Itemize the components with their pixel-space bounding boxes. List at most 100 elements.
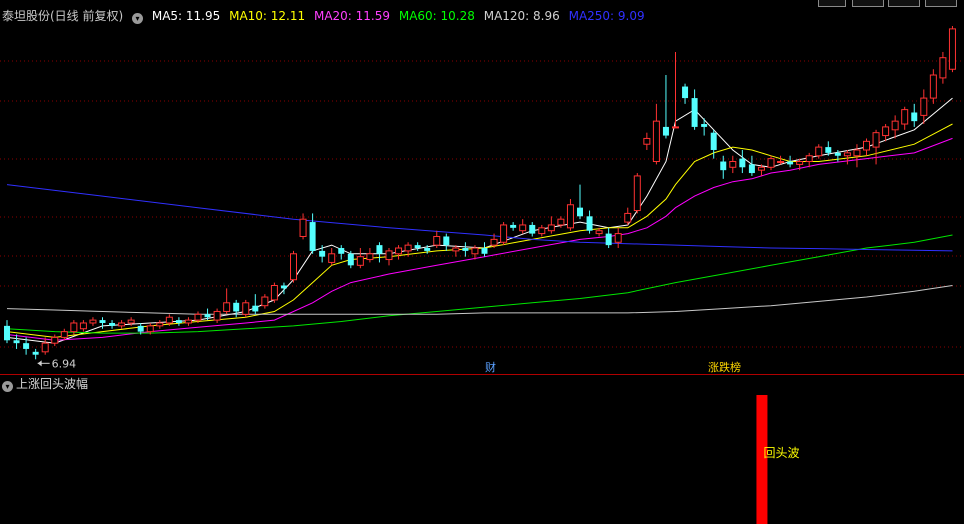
candle [366,248,374,263]
candle-body [787,161,794,165]
candle [328,248,336,266]
candle-body [252,305,259,312]
candle [729,155,737,174]
candle-body [4,325,10,341]
candle-body [901,109,909,125]
candle [701,118,708,136]
candle-body [614,233,622,243]
candle [547,216,555,234]
low-price-arrowhead [37,360,42,367]
candle [51,334,59,347]
ma-line-ma250 [6,184,953,252]
candle [805,152,813,168]
event-ranking-marker[interactable]: 涨跌榜 [707,361,742,374]
candle-body [643,137,651,145]
ma-line-ma60 [6,234,953,334]
candle [290,250,297,283]
candle [720,155,727,179]
candle [223,288,231,315]
candle [309,213,316,254]
candle-body [213,310,221,321]
candle-body [194,313,202,321]
candle [577,184,583,220]
candle [156,320,164,329]
candle [643,132,651,150]
candle-body [510,224,517,228]
candle [443,233,450,251]
candle-body [805,155,813,163]
candle-body [414,245,421,249]
candle [672,51,679,129]
candle [184,317,192,326]
candle [939,51,947,84]
candle-body [882,126,890,137]
candle [614,227,622,249]
candle [500,222,508,246]
candle [682,83,689,104]
candle-body [748,164,755,174]
candle-body [328,253,336,263]
candle-body [462,248,469,251]
indicator-panel-header: ▾ 上涨回头波幅 [2,376,88,392]
candle [13,334,20,349]
candle-body [633,175,641,212]
candle-body [319,250,326,257]
candle-body [404,244,412,252]
candle-body [652,120,660,163]
candle-body [843,152,851,157]
candle-body [815,146,823,157]
ma60-legend: MA60: 10.28 [398,9,475,23]
candle-body [223,302,231,312]
candle-body [299,218,307,237]
candle-body [347,253,354,266]
indicator-toggle-icon[interactable]: ▾ [2,381,13,392]
candle [118,320,126,329]
candle [385,248,393,266]
settings-toggle-icon[interactable]: ▾ [132,13,144,24]
candle-body [911,112,918,122]
candle [414,242,421,251]
candle-body [290,253,297,281]
candle [853,144,861,168]
candle-body [948,28,956,70]
candle [356,248,364,269]
candle [911,103,918,127]
candle-body [891,120,899,131]
ma20-legend: MA20: 11.59 [313,9,391,23]
candle-body [452,247,460,252]
candle-body [137,325,144,332]
candle-body [624,212,632,223]
indicator-title: 上涨回头波幅 [16,377,89,391]
candle [4,320,10,344]
candle [462,242,469,257]
candle [633,173,641,214]
candle-body [701,124,708,127]
event-finance-marker[interactable]: 财 [484,361,497,374]
ma-line-ma5 [6,97,953,344]
candle-body [853,149,861,157]
candle [748,155,755,176]
candle-body [127,319,135,324]
candle [652,103,660,165]
stock-title: 泰坦股份(日线 前复权) [2,9,124,23]
ma10-legend: MA10: 12.11 [229,9,306,23]
candle-body [729,161,737,168]
candle-body [32,351,39,355]
candle-body [13,340,20,344]
candle [213,308,221,323]
candle-body [242,302,250,315]
candle-body [605,233,612,246]
candle-body [443,236,450,246]
candle [882,124,890,142]
candle [777,155,785,165]
candle-body [720,161,727,171]
candle-body [577,207,583,217]
candle-body [682,86,689,99]
candle [891,115,899,139]
candle-body [89,319,97,324]
candle-body [767,158,775,168]
candle-body [471,247,479,255]
candle-body [356,256,364,266]
ma5-legend: MA5: 11.95 [151,9,221,23]
candle-body [672,126,679,129]
